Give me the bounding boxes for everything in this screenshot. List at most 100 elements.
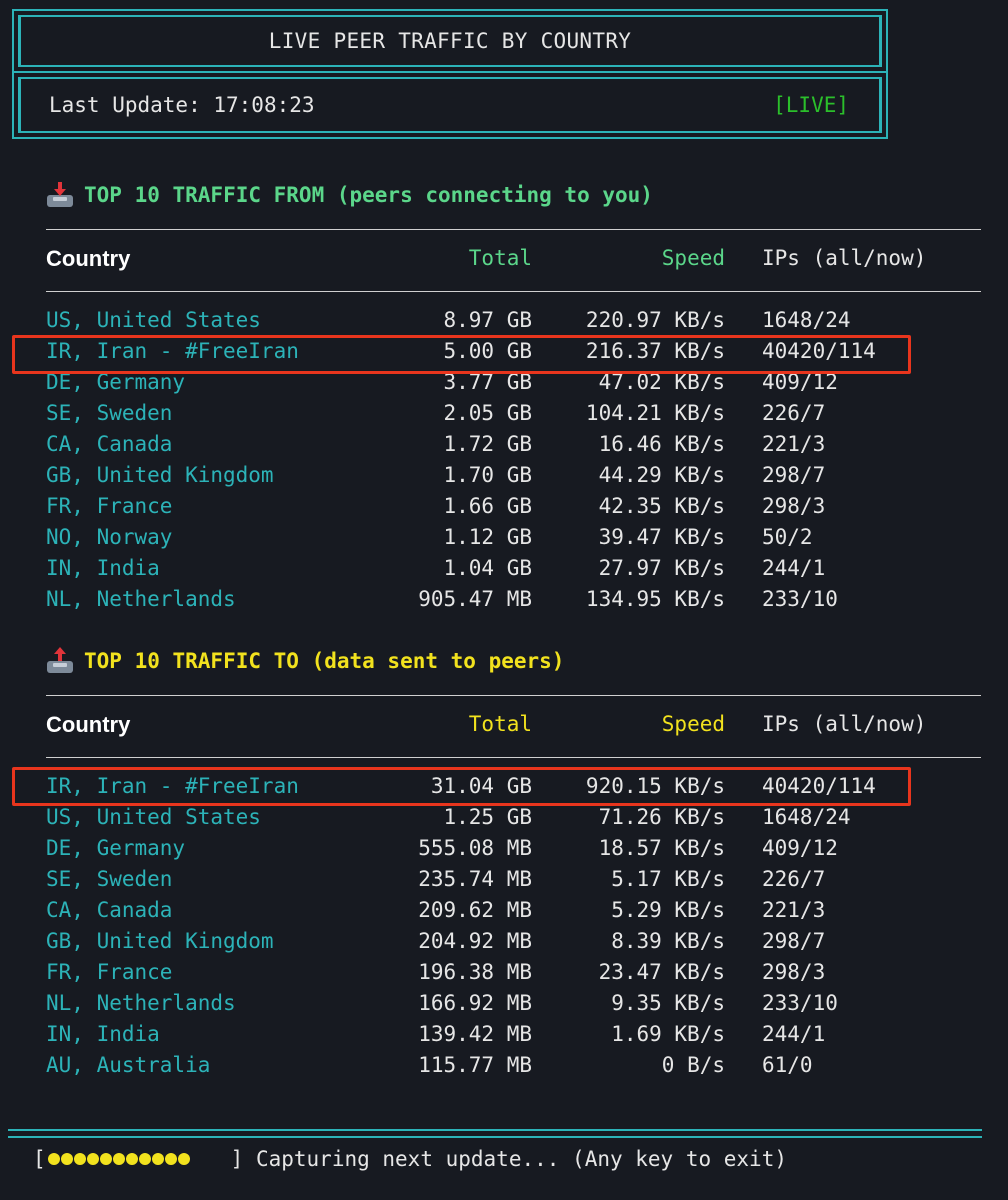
progress-dot: [177, 1153, 190, 1165]
country-cell: GB, United Kingdom: [46, 929, 274, 953]
total-cell: 196.38 MB: [418, 960, 532, 984]
col-speed: Speed: [661, 246, 725, 270]
progress-dot: [138, 1153, 151, 1165]
footer-status: [ ] Capturing next update... (Any key to…: [33, 1147, 787, 1171]
speed-cell: 42.35 KB/s: [598, 494, 725, 518]
col-country: Country: [46, 246, 131, 271]
table-row: DE, Germany 3.77 GB 47.02 KB/s 409/12: [46, 367, 981, 398]
total-cell: 1.70 GB: [443, 463, 532, 487]
ips-cell: 409/12: [762, 370, 838, 394]
progress-dot: [47, 1153, 60, 1165]
progress-dot: [204, 1153, 216, 1165]
progress-dot: [73, 1153, 86, 1165]
from-header-rule-top: [46, 229, 981, 230]
page-title: LIVE PEER TRAFFIC BY COUNTRY: [268, 29, 632, 53]
ips-cell: 233/10: [762, 991, 838, 1015]
to-table-body: IR, Iran - #FreeIran 31.04 GB 920.15 KB/s 4…: [46, 771, 981, 1081]
from-section-heading: TOP 10 TRAFFIC FROM (peers connecting to…: [46, 182, 653, 208]
total-cell: 1.72 GB: [443, 432, 532, 456]
speed-cell: 0 B/s: [661, 1053, 725, 1077]
table-row: NL, Netherlands 166.92 MB 9.35 KB/s 233/10: [46, 988, 981, 1019]
total-cell: 235.74 MB: [418, 867, 532, 891]
progress-bracket-close: ]: [230, 1147, 244, 1171]
table-row: GB, United Kingdom 204.92 MB 8.39 KB/s 298/…: [46, 926, 981, 957]
speed-cell: 23.47 KB/s: [598, 960, 725, 984]
speed-cell: 39.47 KB/s: [598, 525, 725, 549]
col-total: Total: [468, 712, 532, 736]
table-row: CA, Canada 209.62 MB 5.29 KB/s 221/3: [46, 895, 981, 926]
table-row: SE, Sweden 2.05 GB 104.21 KB/s 226/7: [46, 398, 981, 429]
country-cell: NL, Netherlands: [46, 587, 236, 611]
country-cell: CA, Canada: [46, 432, 173, 456]
total-cell: 31.04 GB: [430, 774, 532, 798]
speed-cell: 5.29 KB/s: [611, 898, 725, 922]
ips-cell: 1648/24: [762, 805, 851, 829]
speed-cell: 5.17 KB/s: [611, 867, 725, 891]
total-cell: 139.42 MB: [418, 1022, 532, 1046]
last-update-label: Last Update:: [49, 93, 201, 117]
progress-dot: [125, 1153, 138, 1165]
country-cell: NO, Norway: [46, 525, 173, 549]
ips-cell: 226/7: [762, 401, 826, 425]
to-table-header: Country Total Speed IPs (all/now): [46, 709, 981, 740]
country-cell: IN, India: [46, 556, 160, 580]
total-cell: 8.97 GB: [443, 308, 532, 332]
progress-bar: [47, 1153, 229, 1165]
speed-cell: 47.02 KB/s: [598, 370, 725, 394]
progress-dot: [60, 1153, 73, 1165]
col-country: Country: [46, 712, 131, 737]
country-cell: CA, Canada: [46, 898, 173, 922]
progress-dot: [217, 1153, 229, 1165]
table-row: US, United States 1.25 GB 71.26 KB/s 1648/2…: [46, 802, 981, 833]
speed-cell: 216.37 KB/s: [585, 339, 725, 363]
total-cell: 5.00 GB: [443, 339, 532, 363]
ips-cell: 40420/114: [762, 339, 876, 363]
from-table-header: Country Total Speed IPs (all/now): [46, 243, 981, 274]
total-cell: 209.62 MB: [418, 898, 532, 922]
speed-cell: 1.69 KB/s: [611, 1022, 725, 1046]
table-row: IR, Iran - #FreeIran 31.04 GB 920.15 KB/s 4…: [46, 771, 981, 802]
table-row: IR, Iran - #FreeIran 5.00 GB 216.37 KB/s 40…: [46, 336, 981, 367]
to-header-rule-bottom: [46, 757, 981, 758]
outbox-tray-icon: [46, 647, 74, 674]
ips-cell: 226/7: [762, 867, 826, 891]
table-row: DE, Germany 555.08 MB 18.57 KB/s 409/12: [46, 833, 981, 864]
ips-cell: 298/7: [762, 929, 826, 953]
speed-cell: 104.21 KB/s: [585, 401, 725, 425]
to-heading-text: TOP 10 TRAFFIC TO (data sent to peers): [84, 649, 565, 673]
ips-cell: 221/3: [762, 432, 826, 456]
country-cell: SE, Sweden: [46, 867, 173, 891]
country-cell: IN, India: [46, 1022, 160, 1046]
table-row: IN, India 1.04 GB 27.97 KB/s 244/1: [46, 553, 981, 584]
ips-cell: 50/2: [762, 525, 813, 549]
progress-dot: [86, 1153, 99, 1165]
total-cell: 1.66 GB: [443, 494, 532, 518]
speed-cell: 44.29 KB/s: [598, 463, 725, 487]
country-cell: FR, France: [46, 960, 173, 984]
table-row: SE, Sweden 235.74 MB 5.17 KB/s 226/7: [46, 864, 981, 895]
ips-cell: 40420/114: [762, 774, 876, 798]
from-header-rule-bottom: [46, 291, 981, 292]
ips-cell: 409/12: [762, 836, 838, 860]
country-cell: US, United States: [46, 308, 261, 332]
table-row: IN, India 139.42 MB 1.69 KB/s 244/1: [46, 1019, 981, 1050]
total-cell: 1.04 GB: [443, 556, 532, 580]
speed-cell: 16.46 KB/s: [598, 432, 725, 456]
country-cell: GB, United Kingdom: [46, 463, 274, 487]
table-row: FR, France 1.66 GB 42.35 KB/s 298/3: [46, 491, 981, 522]
country-cell: IR, Iran - #FreeIran: [46, 774, 299, 798]
from-table: Country Total Speed IPs (all/now): [46, 243, 981, 274]
country-cell: IR, Iran - #FreeIran: [46, 339, 299, 363]
speed-cell: 220.97 KB/s: [585, 308, 725, 332]
ips-cell: 244/1: [762, 1022, 826, 1046]
progress-dot: [191, 1153, 203, 1165]
speed-cell: 27.97 KB/s: [598, 556, 725, 580]
table-row: US, United States 8.97 GB 220.97 KB/s 1648/…: [46, 305, 981, 336]
col-ips: IPs (all/now): [762, 712, 927, 736]
col-total: Total: [468, 246, 532, 270]
speed-cell: 8.39 KB/s: [611, 929, 725, 953]
total-cell: 166.92 MB: [418, 991, 532, 1015]
inbox-tray-icon: [46, 182, 74, 208]
table-row: NO, Norway 1.12 GB 39.47 KB/s 50/2: [46, 522, 981, 553]
ips-cell: 61/0: [762, 1053, 813, 1077]
